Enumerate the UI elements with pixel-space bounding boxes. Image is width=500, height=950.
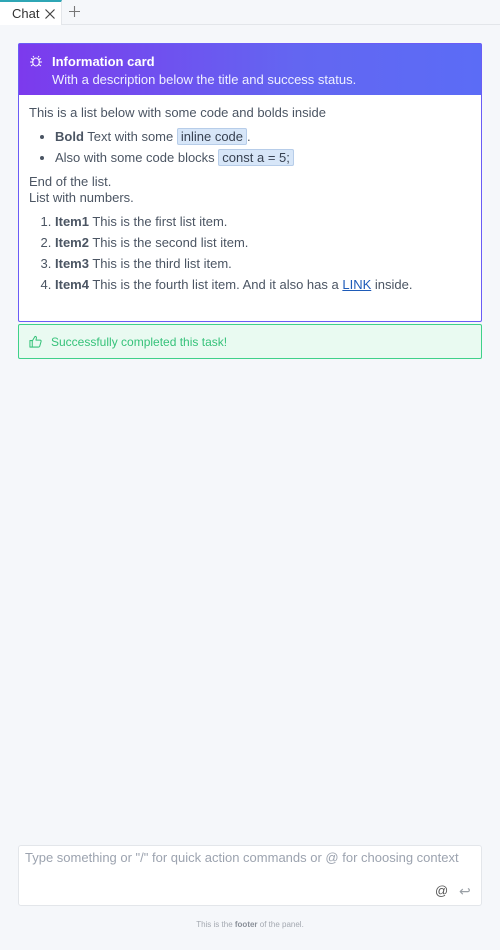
list-item: Item3 This is the third list item. bbox=[55, 256, 471, 272]
thumbs-up-icon bbox=[29, 335, 42, 348]
close-icon[interactable] bbox=[44, 8, 56, 20]
numbered-list: Item1 This is the first list item. Item2… bbox=[55, 214, 471, 293]
list-item: Item2 This is the second list item. bbox=[55, 235, 471, 251]
status-text: Successfully completed this task! bbox=[51, 334, 228, 349]
list-item: Bold Text with some inline code. bbox=[55, 128, 471, 145]
information-card: Information card With a description belo… bbox=[18, 43, 482, 322]
card-body: This is a list below with some code and … bbox=[19, 95, 481, 321]
send-button[interactable]: ↩ bbox=[459, 883, 471, 900]
list-item: Item1 This is the first list item. bbox=[55, 214, 471, 230]
list-item: Also with some code blocks const a = 5; bbox=[55, 149, 471, 166]
chat-input-box: @ ↩ bbox=[18, 845, 482, 906]
bug-icon bbox=[30, 55, 42, 67]
tab-chat[interactable]: Chat bbox=[0, 0, 62, 25]
chat-input[interactable] bbox=[19, 846, 481, 884]
link[interactable]: LINK bbox=[342, 277, 371, 292]
bold-text: Bold bbox=[55, 129, 84, 144]
numbered-list-intro: List with numbers. bbox=[29, 190, 134, 205]
plus-icon[interactable] bbox=[68, 5, 81, 18]
inline-code: inline code bbox=[176, 128, 248, 145]
tab-bar: Chat bbox=[0, 0, 500, 25]
success-status: Successfully completed this task! bbox=[18, 324, 482, 359]
tab-label: Chat bbox=[12, 6, 40, 21]
inline-code: const a = 5; bbox=[218, 149, 294, 166]
mention-button[interactable]: @ bbox=[435, 883, 448, 898]
card-title: Information card bbox=[52, 54, 155, 69]
end-of-list-text: End of the list. bbox=[29, 174, 112, 189]
card-header: Information card With a description belo… bbox=[19, 44, 481, 95]
list-item: Item4 This is the fourth list item. And … bbox=[55, 277, 471, 293]
bullet-list: Bold Text with some inline code. Also wi… bbox=[55, 128, 471, 166]
card-intro: This is a list below with some code and … bbox=[29, 105, 326, 120]
panel-footer: This is the footer of the panel. bbox=[196, 920, 304, 929]
card-description: With a description below the title and s… bbox=[52, 72, 357, 87]
